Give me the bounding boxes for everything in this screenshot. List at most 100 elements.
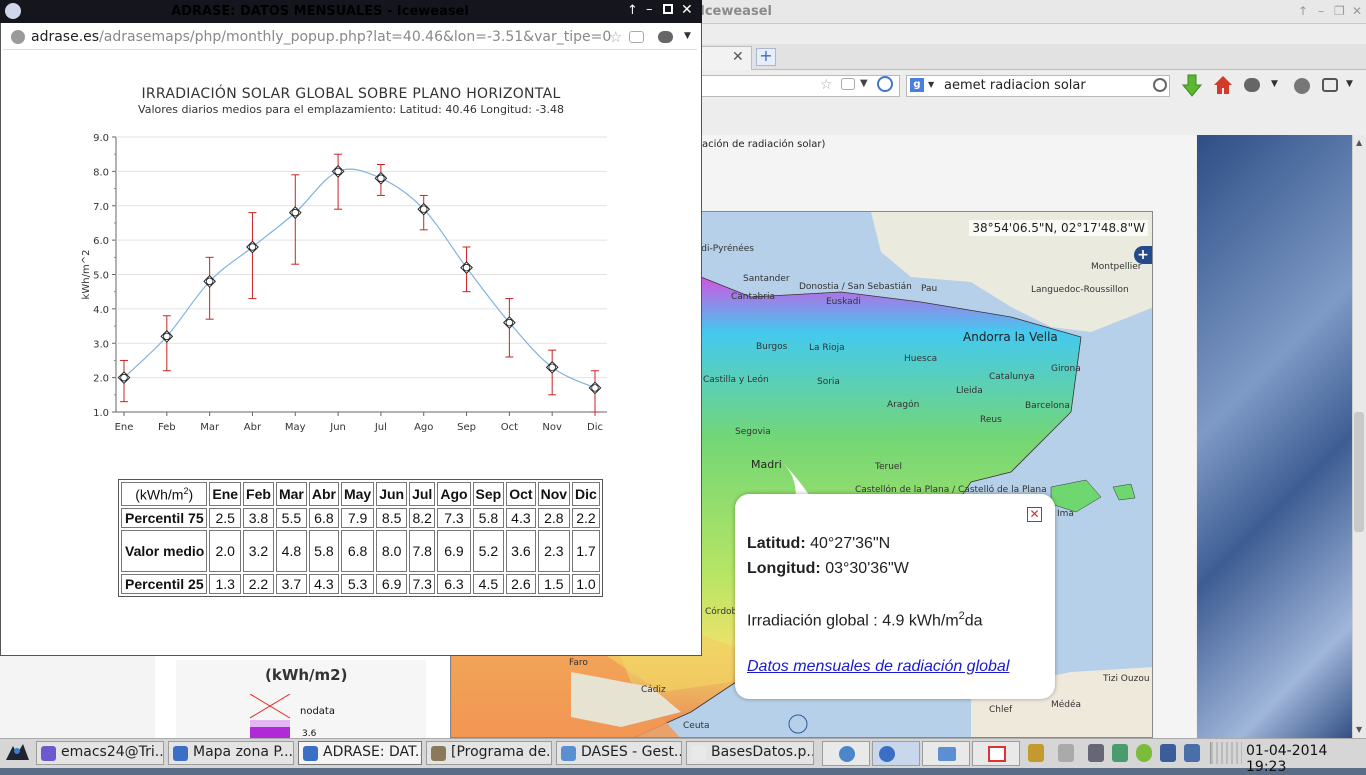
extension-icon[interactable] xyxy=(1294,78,1310,94)
taskbar-task[interactable]: [Programa de... xyxy=(426,741,552,765)
taskbar-task[interactable]: BasesDatos.p... xyxy=(686,741,814,765)
clipboard-icon[interactable] xyxy=(1028,744,1044,762)
bg-scroll-up-icon[interactable]: ↑ xyxy=(1298,4,1308,18)
table-cell: 8.2 xyxy=(409,508,436,528)
search-input-text[interactable]: aemet radiacion solar xyxy=(944,78,1086,93)
map-label-huesca: Huesca xyxy=(904,354,938,364)
bg-minimize-icon[interactable]: – xyxy=(1318,4,1324,18)
chart-x-tick-label: Abr xyxy=(244,422,262,433)
map-label-teruel: Teruel xyxy=(875,462,902,472)
chart-point-marker xyxy=(374,171,388,185)
chart-points xyxy=(117,165,602,395)
map-label-lleida: Lleida xyxy=(956,386,983,396)
bird-icon[interactable] xyxy=(1088,744,1104,762)
table-header-row: (kWh/m2) Ene Feb Mar Abr May Jun Jul Ago Sep Oct N… xyxy=(121,482,600,506)
chart-x-tick-label: Mar xyxy=(200,422,220,433)
popup-pocket-icon[interactable] xyxy=(629,31,644,43)
quicklaunch-gmail[interactable] xyxy=(972,741,1020,766)
quicklaunch-iceweasel[interactable] xyxy=(872,741,920,766)
chart-x-tick-label: Nov xyxy=(542,422,562,433)
background-url-field[interactable] xyxy=(700,75,900,97)
map-label-catalunya: Catalunya xyxy=(989,372,1035,382)
chart-y-axis-label: kWh/m^2 xyxy=(81,250,92,300)
taskbar-clock[interactable]: 01-04-2014 19:23 xyxy=(1246,743,1366,775)
table-cell: 2.0 xyxy=(209,530,242,572)
monthly-data-link[interactable]: Datos mensuales de radiación global xyxy=(747,658,1009,676)
map-label-ibiza: Ima xyxy=(1057,509,1074,519)
start-menu-icon[interactable] xyxy=(3,742,31,764)
popup-bookmark-star-icon[interactable]: ☆ xyxy=(609,28,622,46)
menu-dropdown-icon[interactable]: ▼ xyxy=(1346,79,1353,89)
taskbar-task[interactable]: emacs24@Tri... xyxy=(36,741,164,765)
popup-scroll-up-icon[interactable]: ↑ xyxy=(627,3,638,18)
table-unit-header: (kWh/m2) xyxy=(121,482,208,506)
scroll-up-arrow-icon[interactable]: ▲ xyxy=(1356,138,1362,147)
map-label-andorra: Andorra la Vella xyxy=(963,330,1058,344)
browser-icon xyxy=(173,746,188,761)
popup-addon-icon[interactable] xyxy=(658,31,673,43)
status-green-icon[interactable] xyxy=(1136,744,1152,762)
background-window-title: Iceweasel xyxy=(700,4,772,19)
chart-y-tick-label: 2.0 xyxy=(93,374,109,385)
google-icon[interactable]: g xyxy=(910,78,924,92)
quicklaunch-files[interactable] xyxy=(922,741,970,766)
quicklaunch-browser[interactable] xyxy=(822,741,870,766)
scroll-down-arrow-icon[interactable]: ▼ xyxy=(1356,725,1362,734)
home-icon[interactable] xyxy=(1212,74,1234,96)
bg-maximize-icon[interactable]: ❐ xyxy=(1334,4,1345,18)
popup-addon-dropdown-icon[interactable]: ▼ xyxy=(684,31,691,41)
network-icon[interactable] xyxy=(1112,744,1128,762)
tab-close-icon[interactable]: ✕ xyxy=(732,49,744,65)
table-cell: 2.2 xyxy=(243,574,274,594)
table-cell: 3.8 xyxy=(243,508,274,528)
taskbar-task-label: [Programa de... xyxy=(451,744,552,760)
irradiation-suffix: da xyxy=(964,612,983,630)
map-label-reus: Reus xyxy=(980,415,1002,425)
taskbar-task[interactable]: ADRASE: DAT... xyxy=(298,741,422,765)
background-tab[interactable] xyxy=(700,46,752,70)
chart-y-tick-label: 9.0 xyxy=(93,133,109,144)
popup-url[interactable]: adrase.es/adrasemaps/php/monthly_popup.p… xyxy=(31,29,611,45)
page-scrollbar-thumb[interactable] xyxy=(1354,412,1364,532)
chart-y-tick-label: 5.0 xyxy=(93,271,109,282)
info-bubble-close-button[interactable]: ✕ xyxy=(1027,507,1042,522)
table-month-header: Ago xyxy=(437,482,471,506)
search-engine-dropdown-icon[interactable]: ▼ xyxy=(928,80,934,89)
popup-close-icon[interactable]: ✕ xyxy=(681,2,693,18)
chart-y-tick-label: 6.0 xyxy=(93,236,109,247)
drive-icon[interactable] xyxy=(1058,744,1074,762)
download-arrow-icon[interactable] xyxy=(1181,74,1203,98)
table-month-header: May xyxy=(340,482,375,506)
chart-series-line xyxy=(123,168,596,389)
table-month-header: Jul xyxy=(409,482,436,506)
map-label-larioja: La Rioja xyxy=(809,343,845,353)
chart-y-tick-label: 8.0 xyxy=(93,167,109,178)
pocket-toolbar-icon[interactable] xyxy=(1322,78,1338,92)
map-label-medea: Médéa xyxy=(1051,700,1082,710)
url-dropdown-icon[interactable]: ▼ xyxy=(860,78,868,89)
battery-icon[interactable] xyxy=(1184,744,1200,762)
popup-minimize-icon[interactable]: – xyxy=(646,2,653,17)
bookmark-star-icon[interactable]: ☆ xyxy=(820,77,833,93)
map-label-faro: Faro xyxy=(569,658,588,668)
pocket-icon[interactable] xyxy=(841,78,855,90)
popup-maximize-icon[interactable] xyxy=(663,4,673,14)
table-cell: 6.9 xyxy=(376,574,408,594)
taskbar-task[interactable]: Mapa zona P... xyxy=(168,741,294,765)
addon-icon[interactable] xyxy=(1244,78,1260,92)
new-tab-button[interactable]: + xyxy=(756,48,776,66)
chart-y-tick-label: 4.0 xyxy=(93,305,109,316)
signal-bars-icon[interactable] xyxy=(1160,744,1176,762)
search-magnifier-icon[interactable] xyxy=(1153,78,1167,92)
table-cell: 2.2 xyxy=(572,508,600,528)
page-caption: ación de radiación solar) xyxy=(702,139,826,150)
table-cell: 1.7 xyxy=(572,530,600,572)
addon-dropdown-icon[interactable]: ▼ xyxy=(1271,79,1278,89)
site-identity-icon[interactable] xyxy=(11,30,25,44)
bg-close-icon[interactable]: ✕ xyxy=(1352,4,1362,18)
reload-icon[interactable] xyxy=(877,76,893,92)
taskbar-task[interactable]: DASES - Gest... xyxy=(556,741,682,765)
table-month-header: Oct xyxy=(506,482,536,506)
taskbar-task-label: ADRASE: DAT... xyxy=(323,744,422,760)
legend-title: (kWh/m2) xyxy=(265,666,348,684)
